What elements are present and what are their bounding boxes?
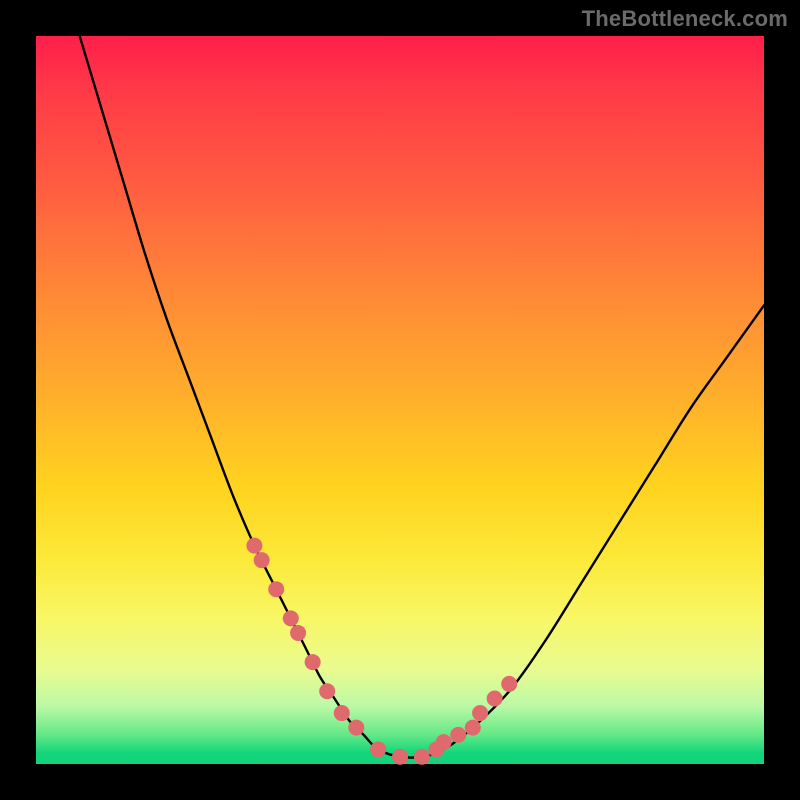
sample-point bbox=[370, 741, 386, 757]
sample-point bbox=[501, 676, 517, 692]
sample-points bbox=[246, 538, 517, 765]
sample-point bbox=[472, 705, 488, 721]
sample-point bbox=[254, 552, 270, 568]
plot-area bbox=[36, 36, 764, 764]
watermark-text: TheBottleneck.com bbox=[582, 6, 788, 32]
sample-point bbox=[305, 654, 321, 670]
sample-point bbox=[319, 683, 335, 699]
sample-point bbox=[290, 625, 306, 641]
sample-point bbox=[436, 734, 452, 750]
sample-point bbox=[348, 720, 364, 736]
sample-point bbox=[465, 720, 481, 736]
sample-point bbox=[414, 749, 430, 765]
sample-point bbox=[334, 705, 350, 721]
sample-point bbox=[283, 610, 299, 626]
sample-point bbox=[487, 690, 503, 706]
chart-svg bbox=[36, 36, 764, 764]
sample-point bbox=[450, 727, 466, 743]
sample-point bbox=[246, 538, 262, 554]
bottleneck-curve bbox=[80, 36, 764, 758]
sample-point bbox=[392, 749, 408, 765]
chart-frame: TheBottleneck.com bbox=[0, 0, 800, 800]
sample-point bbox=[268, 581, 284, 597]
